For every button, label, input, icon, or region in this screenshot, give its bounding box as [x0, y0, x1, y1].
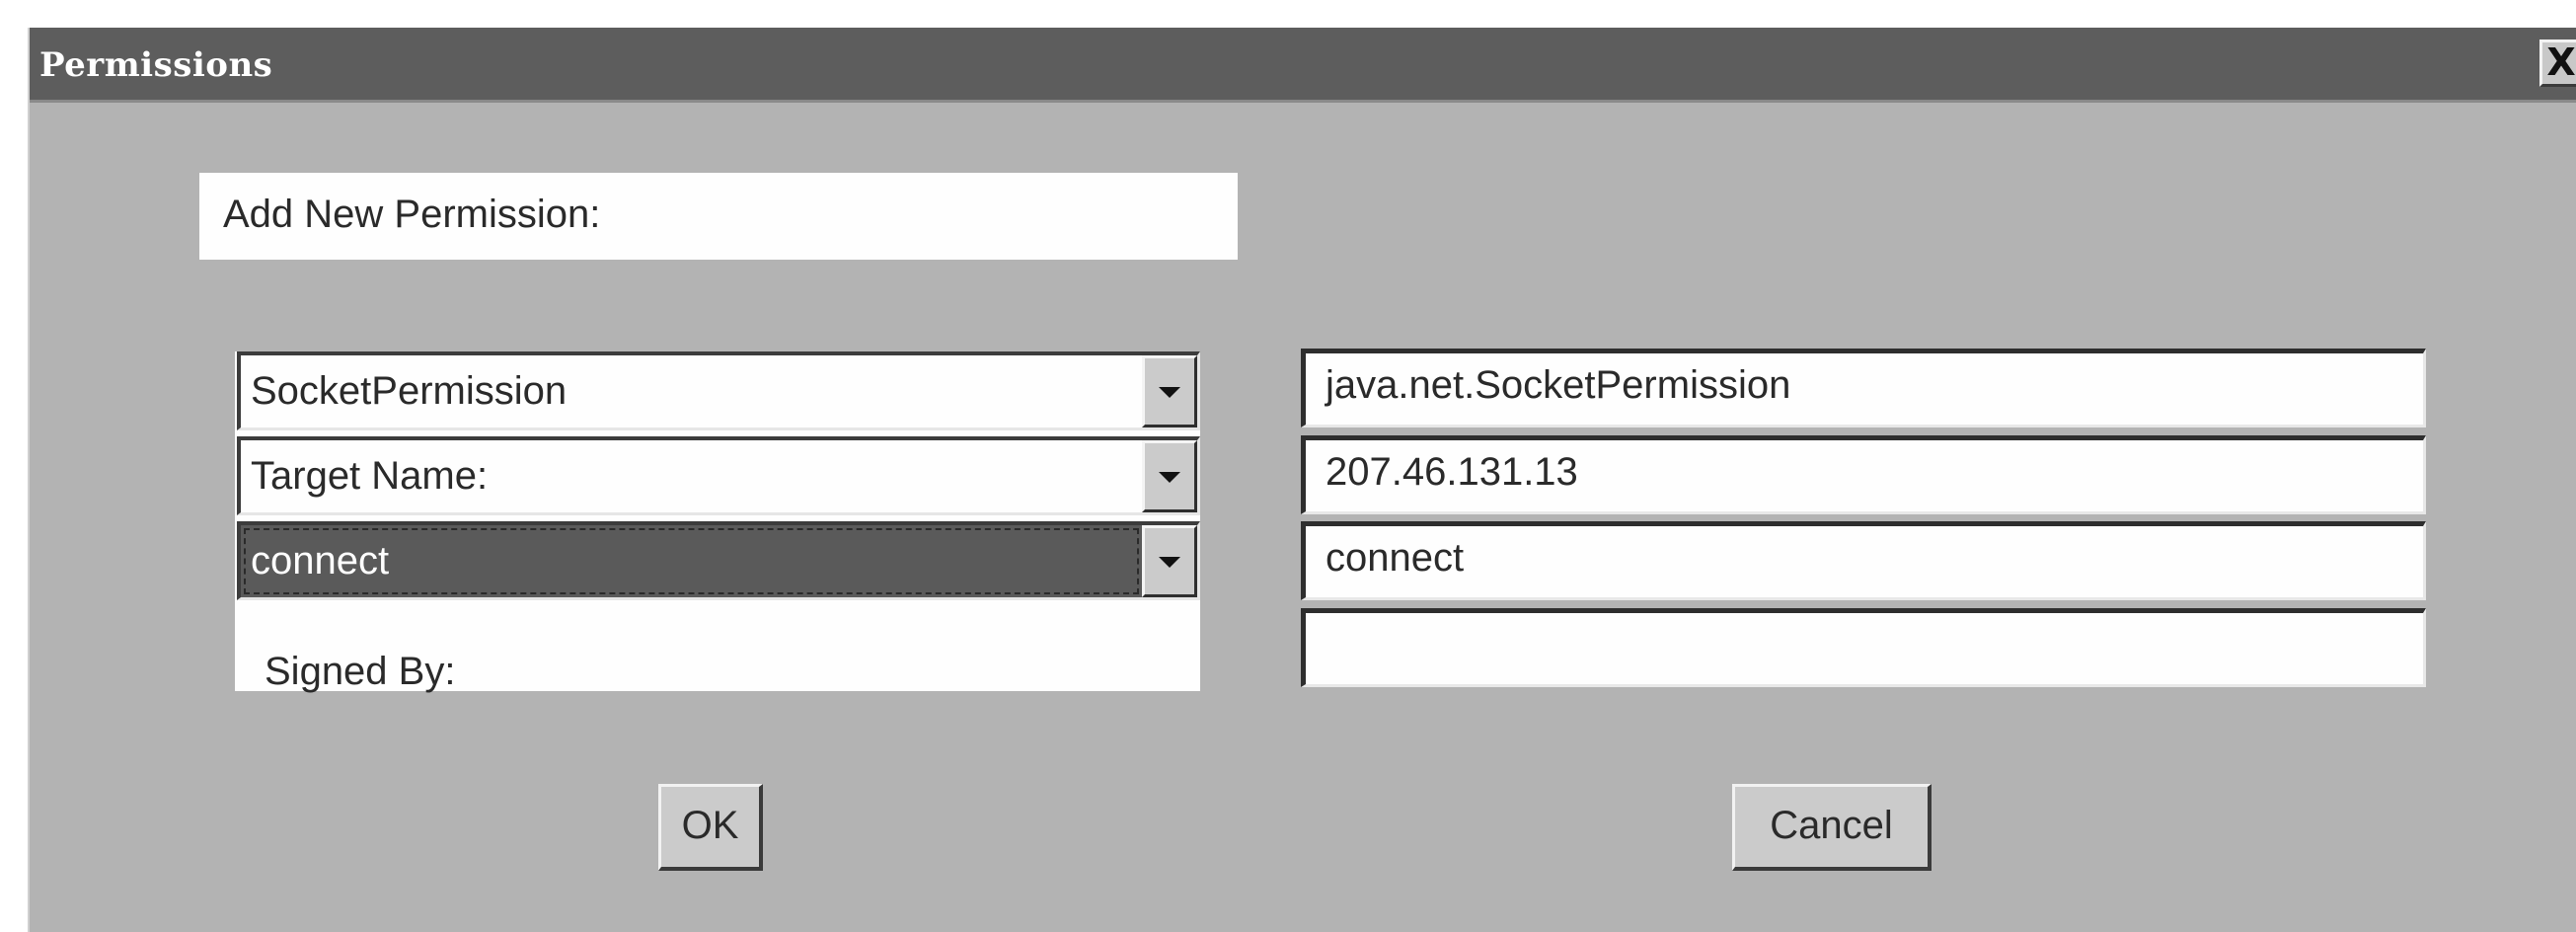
ok-button[interactable]: OK — [658, 784, 763, 871]
signed-by-field[interactable] — [1301, 608, 2426, 687]
title-bar[interactable]: Permissions X — [30, 28, 2576, 103]
heading-label: Add New Permission: — [223, 193, 601, 236]
permission-class-field[interactable]: java.net.SocketPermission — [1301, 349, 2426, 427]
close-icon: X — [2546, 40, 2576, 84]
actions-select[interactable]: connect — [237, 521, 1200, 600]
heading-label-box: Add New Permission: — [199, 173, 1238, 260]
window-title: Permissions — [39, 45, 273, 85]
chevron-down-icon[interactable] — [1142, 355, 1197, 427]
target-name-value: Target Name: — [251, 454, 489, 498]
cancel-button[interactable]: Cancel — [1732, 784, 1932, 871]
permission-class-value: java.net.SocketPermission — [1326, 363, 1791, 407]
actions-value: connect — [251, 539, 390, 582]
target-name-field[interactable]: 207.46.131.13 — [1301, 435, 2426, 514]
signed-by-label: Signed By: — [265, 650, 456, 693]
permission-type-select[interactable]: SocketPermission — [237, 351, 1200, 430]
permission-type-value: SocketPermission — [251, 369, 568, 413]
chevron-down-icon[interactable] — [1142, 440, 1197, 512]
chevron-down-icon[interactable] — [1142, 525, 1197, 597]
target-name-select[interactable]: Target Name: — [237, 436, 1200, 515]
target-name-field-value: 207.46.131.13 — [1326, 450, 1578, 494]
actions-field[interactable]: connect — [1301, 521, 2426, 600]
close-button[interactable]: X — [2539, 39, 2576, 87]
actions-field-value: connect — [1326, 536, 1465, 580]
permissions-dialog: Permissions X Add New Permission: Socket… — [28, 28, 2576, 932]
